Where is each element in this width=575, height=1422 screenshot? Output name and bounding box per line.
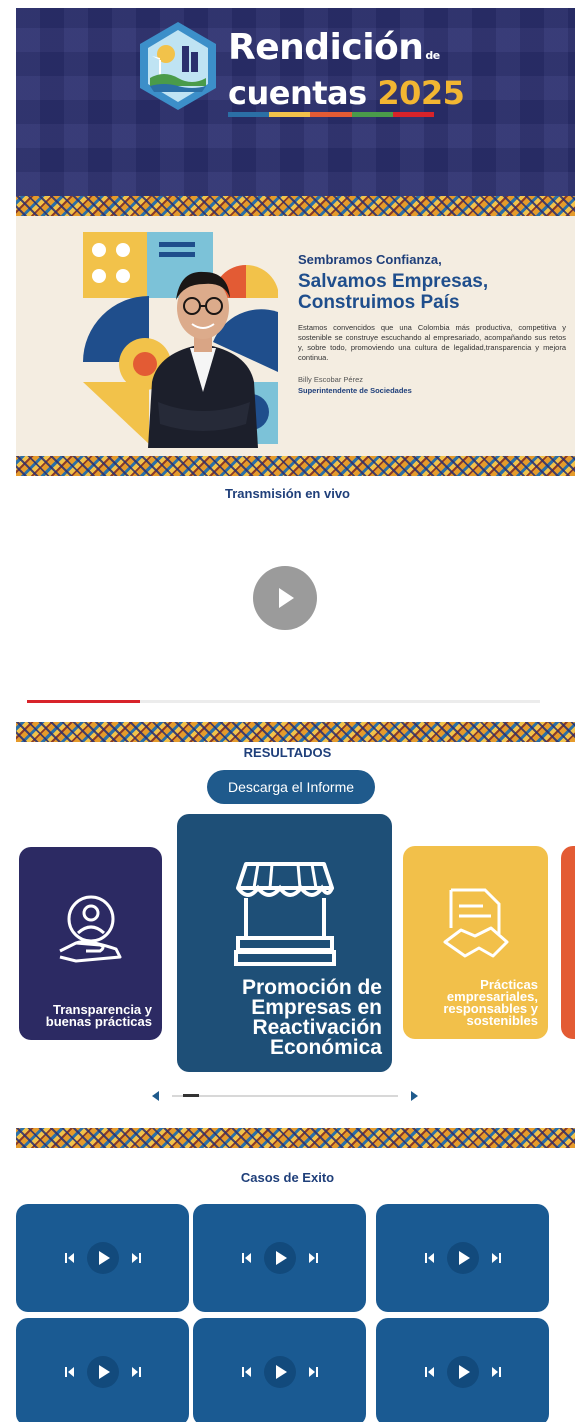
download-report-button[interactable]: Descarga el Informe [207,770,375,804]
play-button[interactable] [253,566,317,630]
skip-back-icon[interactable] [424,1367,435,1377]
skip-forward-icon[interactable] [131,1367,141,1377]
success-case-video[interactable] [376,1318,549,1422]
success-case-video[interactable] [193,1318,366,1422]
video-controls [240,1240,320,1276]
result-card-practices[interactable]: Prácticas empresariales, responsables y … [403,846,548,1039]
play-icon[interactable] [458,1251,470,1265]
video-progress-bar[interactable] [27,700,540,703]
header-banner: Rendición de cuentas 2025 [16,8,575,196]
results-carousel-slider[interactable] [152,1089,418,1105]
message-banner: Sembramos Confianza, Salvamos Empresas, … [16,216,575,456]
logo-subtitle: cuentas [228,74,367,112]
card-label-promotion: Promoción de Empresas en Reactivación Ec… [241,976,382,1059]
success-case-video[interactable] [376,1204,549,1312]
result-card-next-partial[interactable] [561,846,575,1039]
pattern-band-banner-bottom [16,456,575,476]
logo-emblem [140,22,216,110]
success-cases-title: Casos de Exito [240,1170,335,1185]
signature-role: Superintendente de Sociedades [298,386,412,395]
carousel-prev-arrow-icon[interactable] [152,1091,159,1101]
banner-body-text: Estamos convencidos que una Colombia más… [298,323,566,362]
portrait-image [148,271,258,448]
success-case-video[interactable] [16,1204,189,1312]
video-controls [423,1354,503,1390]
logo-year: 2025 [377,74,465,112]
handshake-document-icon [443,888,509,958]
headline-line-1: Salvamos Empresas, [298,271,489,292]
card-label-practices: Prácticas empresariales, responsables y … [443,977,538,1028]
video-controls [63,1354,143,1390]
video-progress-fill [27,700,140,703]
result-card-transparency[interactable]: Transparencia y buenas prácticas [19,847,162,1040]
skip-back-icon[interactable] [64,1367,75,1377]
play-icon[interactable] [98,1365,110,1379]
success-case-video[interactable] [16,1318,189,1422]
signature-name: Billy Escobar Pérez [298,375,364,384]
carousel-track[interactable] [172,1095,398,1097]
logo-wordmark: Rendición de cuentas 2025 [228,27,465,117]
skip-back-icon[interactable] [424,1253,435,1263]
headline-line-2: Construimos País [298,292,460,313]
play-icon[interactable] [458,1365,470,1379]
skip-forward-icon[interactable] [491,1253,501,1263]
pattern-band-cases [16,1128,575,1148]
live-stream-title: Transmisión en vivo [225,486,350,501]
skip-forward-icon[interactable] [308,1253,318,1263]
banner-message: Sembramos Confianza, Salvamos Empresas, … [298,252,566,395]
pattern-band-results [16,722,575,742]
logo-de: de [425,49,440,62]
skip-back-icon[interactable] [64,1253,75,1263]
storefront-icon [234,862,336,966]
skip-forward-icon[interactable] [131,1253,141,1263]
skip-forward-icon[interactable] [308,1367,318,1377]
result-card-promotion[interactable]: Promoción de Empresas en Reactivación Ec… [177,814,392,1072]
video-controls [63,1240,143,1276]
logo-color-bar [228,112,435,117]
skip-back-icon[interactable] [241,1367,252,1377]
skip-back-icon[interactable] [241,1253,252,1263]
play-icon[interactable] [275,1365,287,1379]
logo-title: Rendición [228,27,424,68]
play-icon[interactable] [98,1251,110,1265]
skip-forward-icon[interactable] [491,1367,501,1377]
video-controls [240,1354,320,1390]
pattern-band-top [16,196,575,216]
headline-small: Sembramos Confianza, [298,252,442,267]
video-controls [423,1240,503,1276]
carousel-thumb[interactable] [183,1094,200,1097]
play-icon[interactable] [275,1251,287,1265]
hand-person-icon [59,895,122,963]
results-title: RESULTADOS [243,745,332,760]
success-case-video[interactable] [193,1204,366,1312]
card-label-transparency: Transparencia y buenas prácticas [45,1002,152,1029]
carousel-next-arrow-icon[interactable] [411,1091,418,1101]
